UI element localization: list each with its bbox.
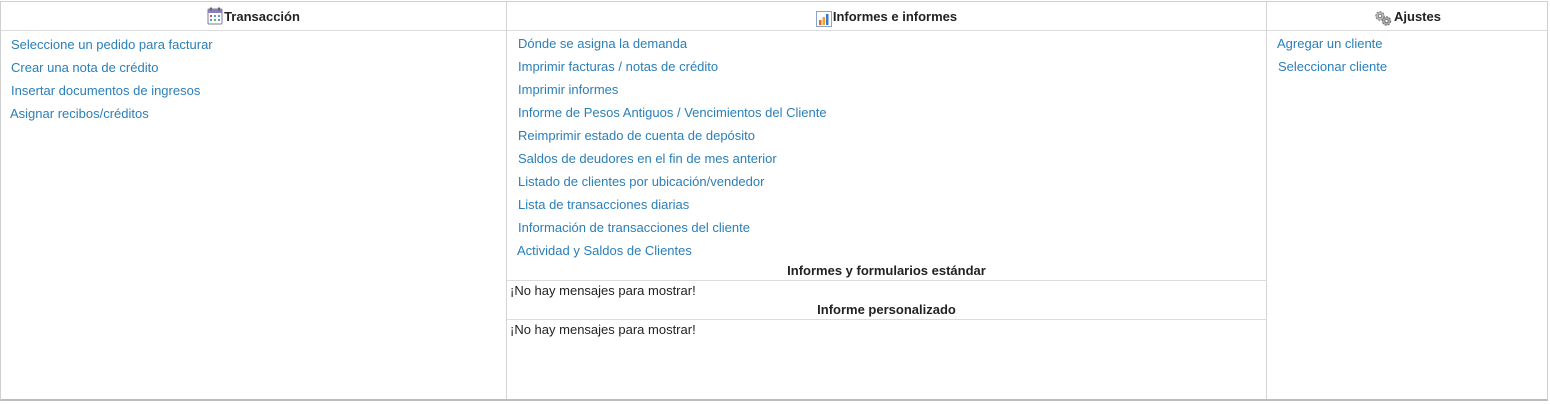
list-item: Asignar recibos/créditos xyxy=(1,102,506,125)
list-item: Seleccionar cliente xyxy=(1267,55,1547,78)
bar-chart-icon xyxy=(815,9,832,27)
customer-listing-by-location-link[interactable]: Listado de clientes por ubicación/vended… xyxy=(518,174,764,189)
customer-transaction-info-link[interactable]: Información de transacciones del cliente xyxy=(518,220,750,235)
gears-icon xyxy=(1373,9,1393,27)
list-item: Actividad y Saldos de Clientes xyxy=(507,239,1266,262)
calendar-icon xyxy=(207,7,223,25)
insert-income-documents-link[interactable]: Insertar documentos de ingresos xyxy=(11,83,200,98)
transaction-column: Transacción Seleccione un pedido para fa… xyxy=(1,2,507,399)
reports-column: Informes e informes Dónde se asigna la d… xyxy=(507,2,1267,399)
transaction-header: Transacción xyxy=(1,2,506,31)
reports-header: Informes e informes xyxy=(507,2,1266,31)
list-item: Crear una nota de crédito xyxy=(1,56,506,79)
list-item: Seleccione un pedido para facturar xyxy=(1,33,506,56)
custom-report-heading: Informe personalizado xyxy=(507,301,1266,320)
list-item: Reimprimir estado de cuenta de depósito xyxy=(507,124,1266,147)
settings-header: Ajustes xyxy=(1267,2,1547,31)
list-item: Agregar un cliente xyxy=(1267,32,1547,55)
add-customer-link[interactable]: Agregar un cliente xyxy=(1277,36,1383,51)
transaction-links: Seleccione un pedido para facturar Crear… xyxy=(1,31,506,125)
list-item: Listado de clientes por ubicación/vended… xyxy=(507,170,1266,193)
list-item: Saldos de deudores en el fin de mes ante… xyxy=(507,147,1266,170)
print-reports-link[interactable]: Imprimir informes xyxy=(518,82,618,97)
demand-allocation-link[interactable]: Dónde se asigna la demanda xyxy=(518,36,687,51)
settings-links: Agregar un cliente Seleccionar cliente xyxy=(1267,31,1547,78)
receivables-menu-panel: Transacción Seleccione un pedido para fa… xyxy=(0,1,1548,401)
aged-balances-report-link[interactable]: Informe de Pesos Antiguos / Vencimientos… xyxy=(518,105,827,120)
settings-title: Ajustes xyxy=(1394,8,1441,24)
reprint-deposit-statement-link[interactable]: Reimprimir estado de cuenta de depósito xyxy=(518,128,755,143)
customer-activity-balances-link[interactable]: Actividad y Saldos de Clientes xyxy=(517,243,692,258)
list-item: Imprimir facturas / notas de crédito xyxy=(507,55,1266,78)
transaction-title: Transacción xyxy=(224,8,300,24)
daily-transactions-list-link[interactable]: Lista de transacciones diarias xyxy=(518,197,689,212)
reports-title: Informes e informes xyxy=(832,8,958,24)
list-item: Informe de Pesos Antiguos / Vencimientos… xyxy=(507,101,1266,124)
settings-column: Ajustes Agregar un cliente Seleccionar c… xyxy=(1267,2,1547,399)
select-order-to-invoice-link[interactable]: Seleccione un pedido para facturar xyxy=(11,37,213,52)
list-item: Imprimir informes xyxy=(507,78,1266,101)
custom-report-empty-message: ¡No hay mensajes para mostrar! xyxy=(510,322,696,337)
select-customer-link[interactable]: Seleccionar cliente xyxy=(1278,59,1387,74)
assign-receipts-credits-link[interactable]: Asignar recibos/créditos xyxy=(10,106,149,121)
standard-reports-heading: Informes y formularios estándar xyxy=(507,262,1266,281)
reports-links: Dónde se asigna la demanda Imprimir fact… xyxy=(507,31,1266,262)
list-item: Lista de transacciones diarias xyxy=(507,193,1266,216)
list-item: Dónde se asigna la demanda xyxy=(507,32,1266,55)
list-item: Información de transacciones del cliente xyxy=(507,216,1266,239)
standard-reports-empty-message: ¡No hay mensajes para mostrar! xyxy=(510,283,696,298)
create-credit-note-link[interactable]: Crear una nota de crédito xyxy=(11,60,158,75)
print-invoices-credit-notes-link[interactable]: Imprimir facturas / notas de crédito xyxy=(518,59,718,74)
debtor-balances-month-end-link[interactable]: Saldos de deudores en el fin de mes ante… xyxy=(518,151,777,166)
list-item: Insertar documentos de ingresos xyxy=(1,79,506,102)
